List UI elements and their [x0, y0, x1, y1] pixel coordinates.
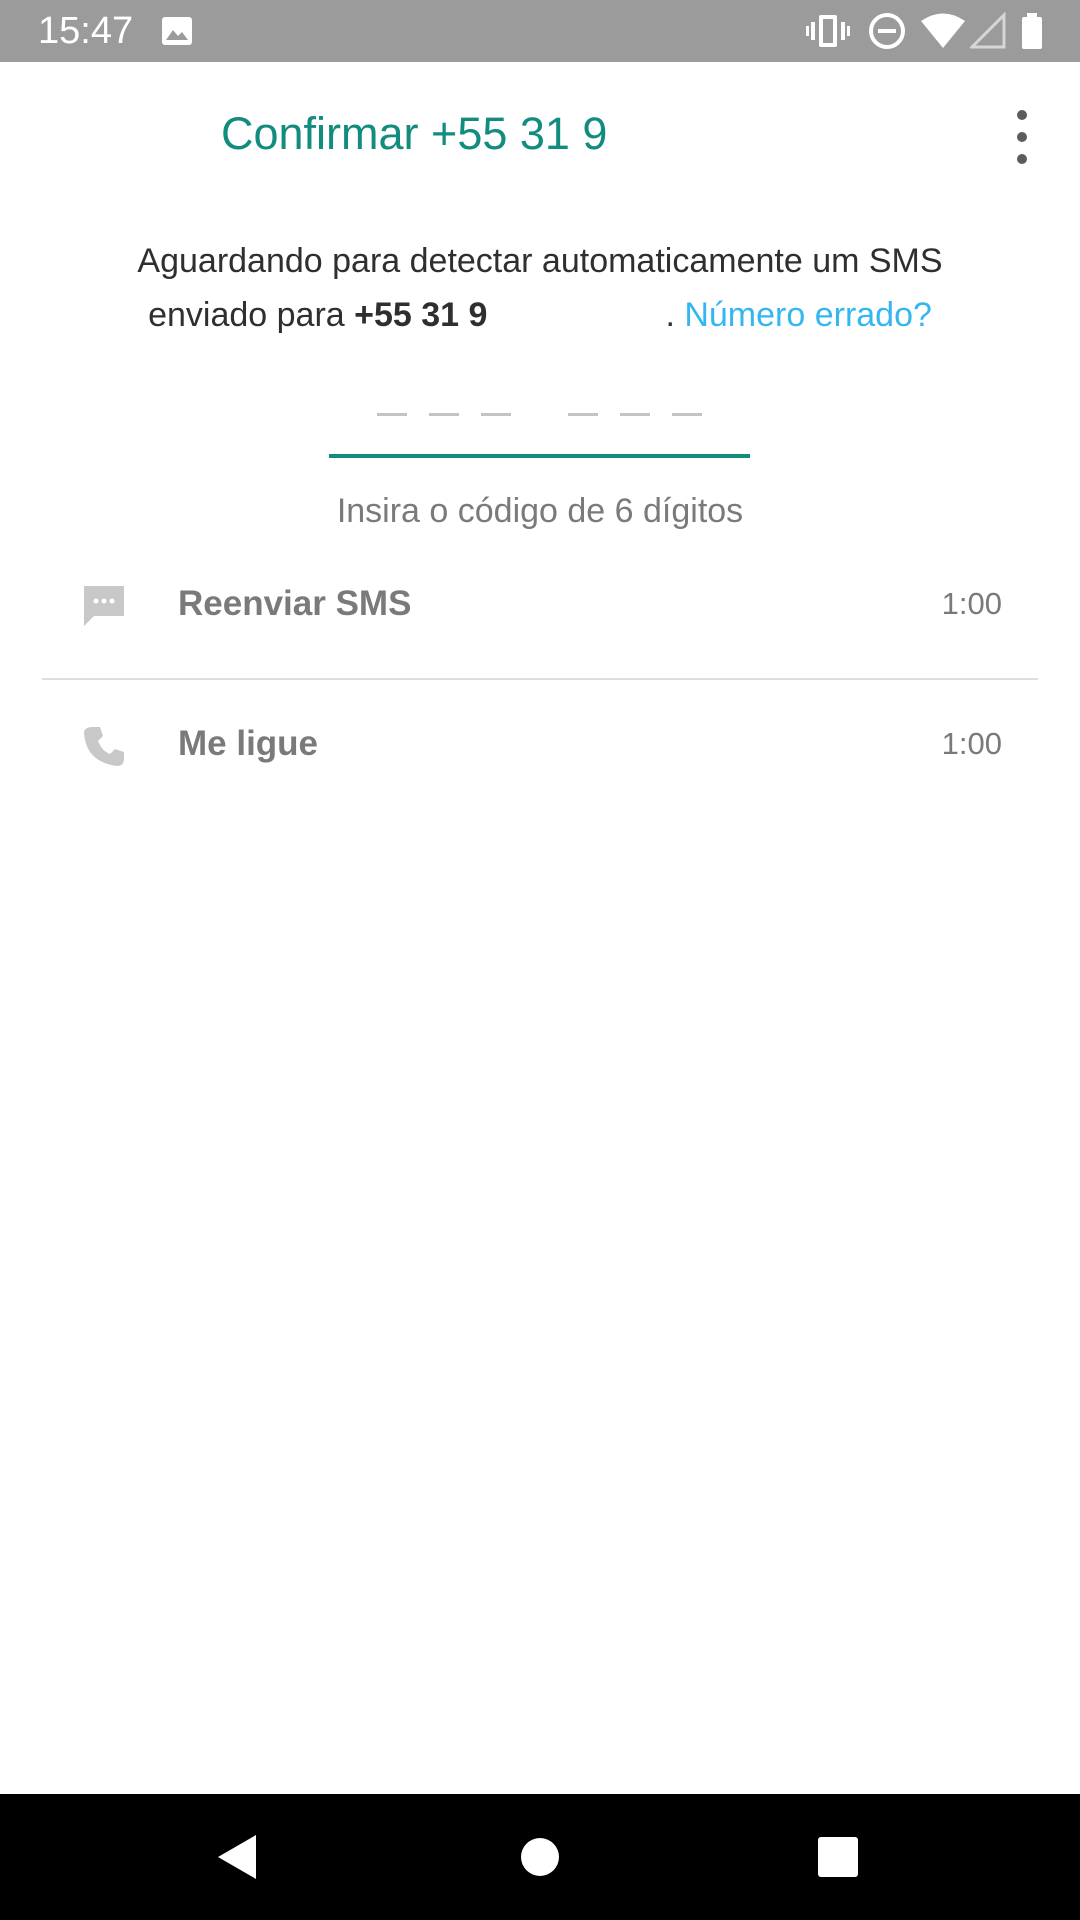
phone-number: +55 31 9	[354, 296, 488, 334]
back-icon[interactable]	[208, 1827, 268, 1887]
call-me-label: Me ligue	[178, 724, 319, 763]
more-vert-icon-dot	[1017, 154, 1027, 164]
navigation-bar	[0, 1794, 1080, 1920]
verification-screen: 15:47 Confirmar +55 31 9 Aguardando para…	[0, 0, 1080, 1920]
status-time: 15:47	[38, 10, 134, 52]
do-not-disturb-icon	[869, 13, 905, 49]
phone-icon	[84, 727, 124, 766]
code-digit-placeholder	[672, 413, 702, 416]
code-digit-placeholder	[481, 413, 511, 416]
page-title: Confirmar +55 31 9	[221, 108, 608, 159]
code-digit-placeholder	[568, 413, 598, 416]
description-separator: .	[665, 296, 675, 334]
verification-description: Aguardando para detectar automaticamente…	[60, 234, 1020, 342]
recents-icon[interactable]	[808, 1827, 868, 1887]
code-digit-placeholder	[620, 413, 650, 416]
code-input-underline	[329, 454, 750, 458]
home-icon[interactable]	[510, 1827, 570, 1887]
description-prefix: enviado para	[148, 296, 355, 334]
more-vert-icon	[1017, 110, 1027, 120]
vibrate-icon	[806, 15, 850, 47]
code-hint: Insira o código de 6 dígitos	[336, 492, 744, 530]
status-bar: 15:47	[0, 0, 1080, 62]
code-digit-placeholder	[429, 413, 459, 416]
resend-sms-timer: 1:00	[941, 586, 1002, 621]
verification-code-input[interactable]	[329, 390, 750, 462]
app-bar: Confirmar +55 31 9	[0, 62, 1080, 214]
wrong-number-link[interactable]: Número errado?	[684, 296, 932, 334]
call-me-timer: 1:00	[941, 726, 1002, 761]
cellular-signal-icon	[970, 12, 1006, 49]
image-icon	[162, 17, 192, 45]
call-me-button[interactable]: Me ligue 1:00	[42, 686, 1038, 806]
sms-icon	[84, 586, 124, 626]
code-digit-placeholder	[377, 413, 407, 416]
more-vert-icon-dot	[1017, 132, 1027, 142]
description-line-2: enviado para +55 31 9. Número errado?	[60, 288, 1020, 342]
description-line-1: Aguardando para detectar automaticamente…	[137, 242, 943, 280]
divider	[42, 678, 1038, 680]
wifi-icon	[921, 13, 965, 48]
more-options-button[interactable]	[1000, 108, 1044, 168]
resend-sms-button[interactable]: Reenviar SMS 1:00	[42, 546, 1038, 666]
resend-sms-label: Reenviar SMS	[178, 584, 412, 623]
battery-icon	[1022, 13, 1042, 49]
